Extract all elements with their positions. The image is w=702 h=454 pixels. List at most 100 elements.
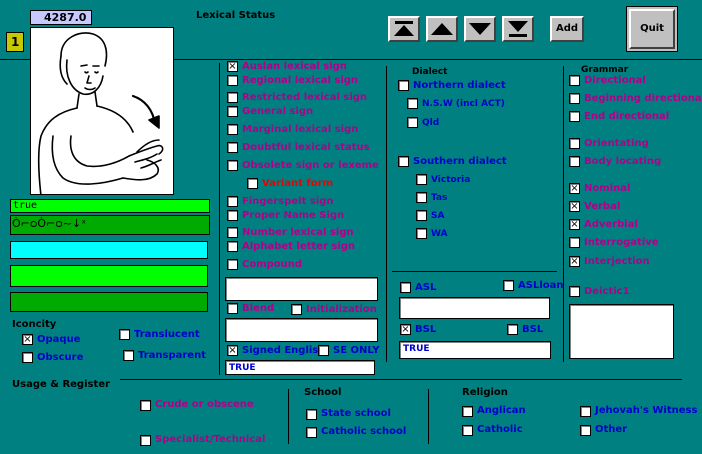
adverbial-label: Adverbial <box>584 219 638 230</box>
nominal-checkbox[interactable]: × <box>569 183 580 194</box>
signed-english-checkbox[interactable]: × <box>227 345 238 356</box>
dark-green-field[interactable] <box>10 292 208 312</box>
catholic-school-label: Catholic school <box>321 426 407 437</box>
northern-dialect-checkbox[interactable] <box>398 80 409 91</box>
victoria-label: Victoria <box>431 175 471 185</box>
opaque-label: Opaque <box>37 334 81 345</box>
catholic-religion-checkbox[interactable] <box>462 425 473 436</box>
tas-checkbox[interactable] <box>416 192 427 203</box>
anglican-checkbox[interactable] <box>462 406 473 417</box>
initialization-checkbox[interactable] <box>291 304 302 315</box>
obscure-checkbox[interactable] <box>22 352 33 363</box>
fingerspelt-sign-checkbox[interactable] <box>227 196 238 207</box>
dialect-heading: Dialect <box>412 67 448 77</box>
variant-form-checkbox[interactable] <box>247 178 258 189</box>
interjection-checkbox[interactable]: × <box>569 256 580 267</box>
interrogative-label: Interrogative <box>584 237 659 248</box>
deictic-checkbox[interactable] <box>569 286 580 297</box>
initialization-input[interactable] <box>225 318 378 342</box>
specialist-checkbox[interactable] <box>140 435 151 446</box>
se-only-checkbox[interactable] <box>318 345 329 356</box>
school-heading: School <box>304 387 342 398</box>
crude-label: Crude or obscene <box>155 399 254 410</box>
regional-lexical-checkbox[interactable] <box>227 75 238 86</box>
jehovah-checkbox[interactable] <box>580 406 591 417</box>
nsw-checkbox[interactable] <box>407 98 418 109</box>
dialect-asl-divider <box>392 271 557 272</box>
asl-checkbox[interactable] <box>400 282 411 293</box>
restricted-lexical-label: Restricted lexical sign <box>242 92 368 103</box>
alphabet-letter-label: Alphabet letter sign <box>242 241 356 252</box>
add-button[interactable]: Add <box>550 16 584 42</box>
victoria-checkbox[interactable] <box>416 174 427 185</box>
obscure-label: Obscure <box>37 352 84 363</box>
southern-dialect-checkbox[interactable] <box>398 156 409 167</box>
doubtful-status-checkbox[interactable] <box>227 142 238 153</box>
proper-name-checkbox[interactable] <box>227 210 238 221</box>
blend-checkbox[interactable] <box>227 303 238 314</box>
quit-button[interactable]: Quit <box>629 9 675 49</box>
beginning-directional-label: Beginning directional <box>584 93 702 104</box>
green-field[interactable] <box>10 265 208 287</box>
bsl-checkbox-right[interactable] <box>507 324 518 335</box>
beginning-directional-checkbox[interactable] <box>569 93 580 104</box>
last-record-button[interactable] <box>502 16 534 42</box>
next-record-button[interactable] <box>464 16 496 42</box>
body-locating-checkbox[interactable] <box>569 156 580 167</box>
nominal-label: Nominal <box>584 183 631 194</box>
transparent-checkbox[interactable] <box>123 350 134 361</box>
marginal-lexical-label: Marginal lexical sign <box>242 124 359 135</box>
restricted-lexical-checkbox[interactable] <box>227 92 238 103</box>
interrogative-checkbox[interactable] <box>569 237 580 248</box>
end-directional-label: End directional <box>584 111 670 122</box>
southern-dialect-label: Southern dialect <box>413 156 507 167</box>
number-lexical-label: Number lexical sign <box>242 227 354 238</box>
compound-input[interactable] <box>225 277 378 301</box>
previous-record-button[interactable] <box>426 16 458 42</box>
verbal-checkbox[interactable]: × <box>569 201 580 212</box>
body-locating-label: Body locating <box>584 156 662 167</box>
quit-button-label: Quit <box>640 23 664 34</box>
auslan-lexical-checkbox[interactable]: × <box>227 61 238 72</box>
general-sign-checkbox[interactable] <box>227 106 238 117</box>
asl-input[interactable] <box>399 297 550 319</box>
asl-loan-checkbox[interactable] <box>503 280 514 291</box>
state-school-checkbox[interactable] <box>306 409 317 420</box>
first-record-button[interactable] <box>388 16 420 42</box>
adverbial-checkbox[interactable]: × <box>569 219 580 230</box>
end-directional-checkbox[interactable] <box>569 111 580 122</box>
orientating-checkbox[interactable] <box>569 138 580 149</box>
signed-english-value: TRUE <box>229 363 256 373</box>
wa-checkbox[interactable] <box>416 228 427 239</box>
obsolete-sign-checkbox[interactable] <box>227 160 238 171</box>
record-number: 4287.0 <box>44 11 87 24</box>
alphabet-letter-checkbox[interactable] <box>227 241 238 252</box>
field-true-box[interactable] <box>10 199 210 213</box>
marginal-lexical-checkbox[interactable] <box>227 124 238 135</box>
translucent-checkbox[interactable] <box>119 329 130 340</box>
first-record-icon <box>394 21 414 36</box>
sign-figure-image <box>37 32 164 194</box>
deictic-input[interactable] <box>569 304 674 359</box>
obsolete-sign-label: Obsolete sign or lexeme <box>242 160 379 171</box>
qld-label: Qld <box>422 118 440 128</box>
number-lexical-checkbox[interactable] <box>227 227 238 238</box>
compound-checkbox[interactable] <box>227 259 238 270</box>
directional-checkbox[interactable] <box>569 75 580 86</box>
column-divider-3 <box>563 66 564 362</box>
catholic-school-checkbox[interactable] <box>306 427 317 438</box>
crude-checkbox[interactable] <box>140 400 151 411</box>
asl-label: ASL <box>415 282 437 293</box>
tas-label: Tas <box>431 193 448 203</box>
cyan-field[interactable] <box>10 241 208 259</box>
qld-checkbox[interactable] <box>407 117 418 128</box>
up-arrow-icon <box>431 23 453 35</box>
signed-english-label: Signed English <box>242 345 326 356</box>
fingerspelt-sign-label: Fingerspelt sign <box>242 196 334 207</box>
sa-checkbox[interactable] <box>416 210 427 221</box>
wa-label: WA <box>431 229 448 239</box>
bsl-checkbox-left[interactable]: × <box>400 324 411 335</box>
other-religion-checkbox[interactable] <box>580 425 591 436</box>
opaque-checkbox[interactable]: × <box>22 334 33 345</box>
religion-divider <box>428 389 429 444</box>
